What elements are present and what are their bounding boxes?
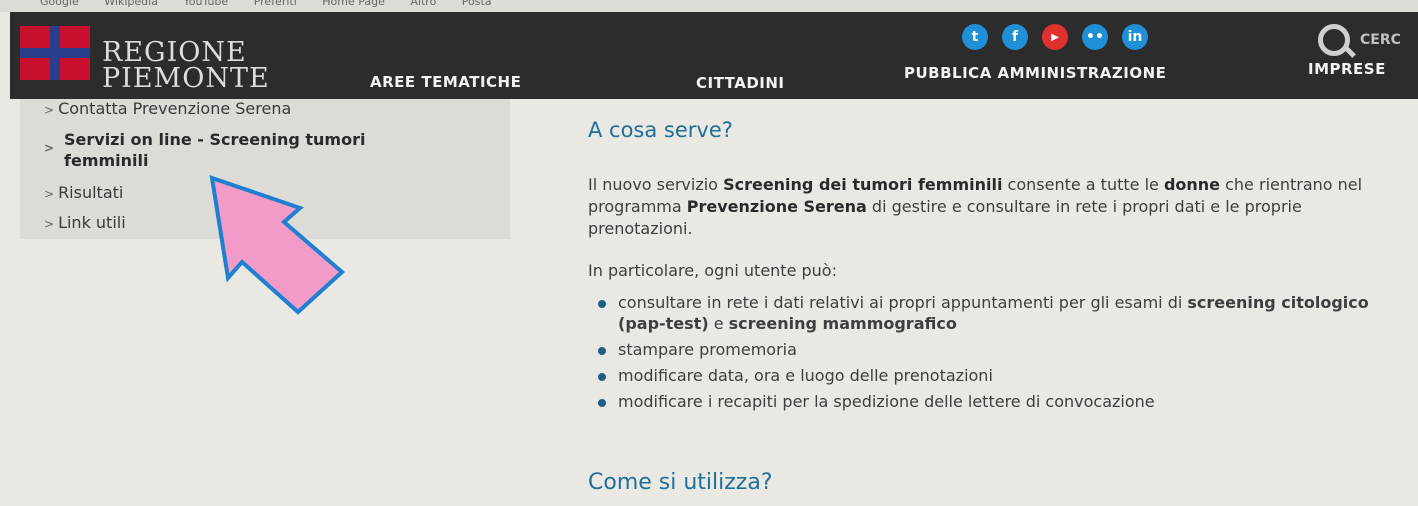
chevron-right-icon: > xyxy=(44,103,55,117)
twitter-icon[interactable]: t xyxy=(962,24,988,50)
pointer-arrow-overlay xyxy=(209,175,346,315)
search-label[interactable]: CERC xyxy=(1360,32,1401,48)
list-item: modificare i recapiti per la spedizione … xyxy=(588,391,1408,412)
bookmark-item[interactable]: Google xyxy=(40,0,79,8)
list-item: consultare in rete i dati relativi ai pr… xyxy=(588,292,1408,334)
list-item-text: e xyxy=(708,314,729,333)
chevron-right-icon: > xyxy=(44,187,55,201)
main-content: A cosa serve? Il nuovo servizio Screenin… xyxy=(588,110,1418,495)
bookmark-item[interactable]: Posta xyxy=(462,0,492,8)
nav-pubblica-amministrazione[interactable]: PUBBLICA AMMINISTRAZIONE xyxy=(904,64,1166,82)
bookmark-item[interactable]: YouTube xyxy=(183,0,228,8)
intro-bold: Screening dei tumori femminili xyxy=(723,175,1003,194)
facebook-icon[interactable]: f xyxy=(1002,24,1028,50)
sidebar-item-risultati[interactable]: > Risultati xyxy=(44,183,123,202)
sidebar-item-label: Servizi on line - Screening tumori femmi… xyxy=(64,130,366,170)
bookmark-item[interactable]: Wikipedia xyxy=(104,0,158,8)
flag-icon xyxy=(20,26,90,80)
sidebar-item-label: Risultati xyxy=(58,183,124,202)
section-heading: A cosa serve? xyxy=(588,118,733,142)
bookmark-item[interactable]: Home Page xyxy=(322,0,385,8)
sidebar-item-servizi-online[interactable]: > Servizi on line - Screening tumori fem… xyxy=(44,129,444,171)
list-item: stampare promemoria xyxy=(588,339,1408,360)
intro-bold: donne xyxy=(1163,175,1221,194)
nav-aree-tematiche[interactable]: AREE TEMATICHE xyxy=(370,73,521,91)
lead-paragraph: In particolare, ogni utente può: xyxy=(588,261,837,280)
section-heading: Come si utilizza? xyxy=(588,470,773,495)
bookmark-item[interactable]: Preferiti xyxy=(254,0,297,8)
sidebar-item-label: Link utili xyxy=(58,213,126,232)
flickr-icon[interactable]: •• xyxy=(1082,24,1108,50)
feature-list: consultare in rete i dati relativi ai pr… xyxy=(588,292,1408,412)
sidebar-item-contatta[interactable]: > Contatta Prevenzione Serena xyxy=(44,99,291,118)
intro-text: Il nuovo servizio xyxy=(588,175,724,194)
chevron-right-icon: > xyxy=(44,217,55,231)
linkedin-icon[interactable]: in xyxy=(1122,24,1148,50)
nav-cittadini[interactable]: CITTADINI xyxy=(696,74,785,92)
list-item-text: consultare in rete i dati relativi ai pr… xyxy=(618,293,1188,312)
search-icon[interactable] xyxy=(1318,24,1350,56)
intro-paragraph: Il nuovo servizio Screening dei tumori f… xyxy=(588,174,1408,240)
sidebar-item-link-utili[interactable]: > Link utili xyxy=(44,213,126,232)
arrow-shape xyxy=(209,175,346,315)
bookmarks-bar: Google Wikipedia YouTube Preferiti Home … xyxy=(0,0,1418,12)
intro-text: consente a tutte le xyxy=(1002,175,1164,194)
sidebar-item-label: Contatta Prevenzione Serena xyxy=(58,99,292,118)
logo-line2: PIEMONTE xyxy=(102,63,270,94)
chevron-right-icon: > xyxy=(44,141,55,155)
list-item: modificare data, ora e luogo delle preno… xyxy=(588,365,1408,386)
site-header: REGIONE PIEMONTE AREE TEMATICHE CITTADIN… xyxy=(10,12,1418,99)
youtube-icon[interactable]: ▶ xyxy=(1042,24,1068,50)
nav-imprese[interactable]: IMPRESE xyxy=(1308,60,1386,78)
intro-bold: Prevenzione Serena xyxy=(686,197,867,216)
list-item-bold: screening mammografico xyxy=(728,314,957,333)
social-links: t f ▶ •• in xyxy=(962,24,1148,50)
bookmark-item[interactable]: Altro xyxy=(410,0,436,8)
